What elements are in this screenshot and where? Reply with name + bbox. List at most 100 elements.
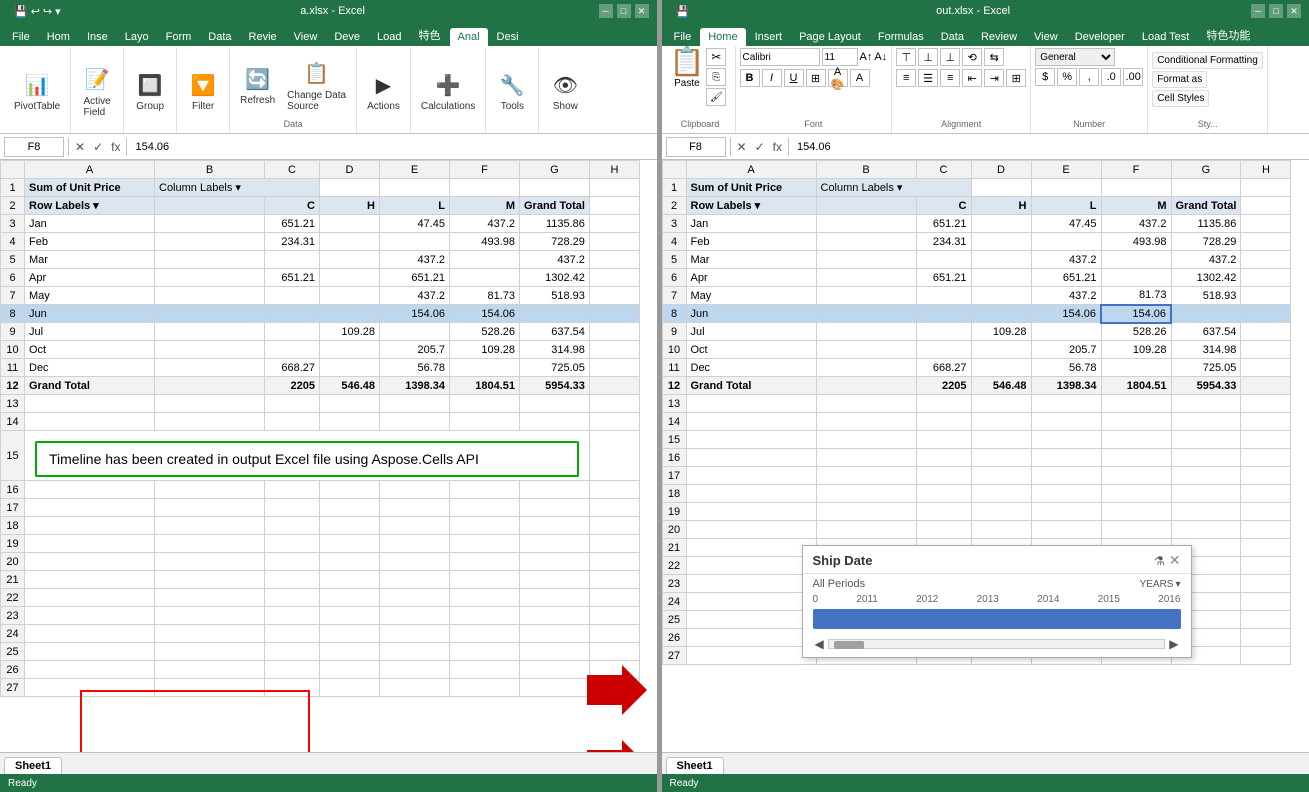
font-size-up-icon[interactable]: A↑ (860, 51, 873, 63)
wrap-btn[interactable]: ⇆ (984, 48, 1004, 66)
right-cell-c3[interactable]: 651.21 (916, 215, 971, 233)
cell-d9-left[interactable]: 109.28 (320, 323, 380, 341)
cell-a1-left[interactable]: Sum of Unit Price (25, 179, 155, 197)
right-cell-c4[interactable]: 234.31 (916, 233, 971, 251)
right-cell-g11[interactable]: 725.05 (1171, 359, 1241, 377)
right-cell-g4[interactable]: 728.29 (1171, 233, 1241, 251)
right-cell-e5[interactable]: 437.2 (1031, 251, 1101, 269)
quick-access-more[interactable]: ▾ (55, 5, 61, 18)
cut-btn[interactable]: ✂ (706, 48, 726, 66)
cell-c4-left[interactable]: 234.31 (265, 233, 320, 251)
tab-dev-left[interactable]: Deve (326, 28, 368, 46)
timeline-bar-container[interactable] (803, 609, 1191, 633)
right-save-icon[interactable]: 💾 (676, 5, 690, 18)
percent-btn[interactable]: % (1057, 68, 1077, 86)
right-cell-a8[interactable]: Jun (686, 305, 816, 323)
font-color-btn[interactable]: A (850, 69, 870, 87)
right-cell-f10[interactable]: 109.28 (1101, 341, 1171, 359)
right-cell-d9[interactable]: 109.28 (971, 323, 1031, 341)
tab-anal-left[interactable]: Anal (450, 28, 488, 46)
conditional-formatting-btn[interactable]: Conditional Formatting (1152, 52, 1263, 69)
timeline-years-selector[interactable]: YEARS ▾ (1140, 579, 1181, 590)
cell-e10-left[interactable]: 205.7 (380, 341, 450, 359)
right-cell-g10[interactable]: 314.98 (1171, 341, 1241, 359)
tab-formulas-right[interactable]: Formulas (870, 28, 932, 46)
right-cell-f3[interactable]: 437.2 (1101, 215, 1171, 233)
show-btn[interactable]: 👁 Show (545, 67, 585, 114)
close-button[interactable]: ✕ (635, 4, 649, 18)
tab-formulas-left[interactable]: Form (158, 28, 200, 46)
filter-btn[interactable]: 🔽 Filter (183, 67, 223, 114)
fill-btn[interactable]: A🎨 (828, 69, 848, 87)
tab-view-right[interactable]: View (1026, 28, 1066, 46)
right-cell-a9[interactable]: Jul (686, 323, 816, 341)
left-sheet-tab-1[interactable]: Sheet1 (4, 757, 62, 774)
timeline-next-btn[interactable]: ▶ (1167, 637, 1180, 651)
cell-a8-left[interactable]: Jun (25, 305, 155, 323)
tab-review-left[interactable]: Revie (241, 28, 285, 46)
merge-btn[interactable]: ⊞ (1006, 69, 1026, 87)
right-minimize-button[interactable]: ─ (1251, 4, 1265, 18)
cell-g5-left[interactable]: 437.2 (520, 251, 590, 269)
group-btn[interactable]: 🔲 Group (130, 67, 170, 114)
cell-b1-left[interactable]: Column Labels ▾ (155, 179, 320, 197)
format-as-table-btn[interactable]: Format as (1152, 71, 1207, 88)
tab-file-left[interactable]: File (4, 28, 38, 46)
cell-g9-left[interactable]: 637.54 (520, 323, 590, 341)
right-cell-f4[interactable]: 493.98 (1101, 233, 1171, 251)
right-cell-e7[interactable]: 437.2 (1031, 287, 1101, 305)
right-cancel-formula-icon[interactable]: ✕ (735, 140, 749, 154)
font-size-down-icon[interactable]: A↓ (874, 51, 887, 63)
bold-btn[interactable]: B (740, 69, 760, 87)
tab-layout-left[interactable]: Layo (117, 28, 157, 46)
confirm-formula-icon[interactable]: ✓ (91, 140, 105, 154)
right-confirm-formula-icon[interactable]: ✓ (753, 140, 767, 154)
right-close-button[interactable]: ✕ (1287, 4, 1301, 18)
right-cell-g7[interactable]: 518.93 (1171, 287, 1241, 305)
timeline-scrollbar[interactable] (828, 639, 1166, 649)
cell-a7-left[interactable]: May (25, 287, 155, 305)
right-cell-e6[interactable]: 651.21 (1031, 269, 1101, 287)
cell-f8-left[interactable]: 154.06 (450, 305, 520, 323)
right-cell-g5[interactable]: 437.2 (1171, 251, 1241, 269)
decrease-indent-btn[interactable]: ⇤ (962, 69, 982, 87)
cell-a2-left[interactable]: Row Labels ▾ (25, 197, 155, 215)
cell-f9-left[interactable]: 528.26 (450, 323, 520, 341)
cell-f3-left[interactable]: 437.2 (450, 215, 520, 233)
cell-a11-left[interactable]: Dec (25, 359, 155, 377)
tab-review-right[interactable]: Review (973, 28, 1025, 46)
cell-g11-left[interactable]: 725.05 (520, 359, 590, 377)
cell-a3-left[interactable]: Jan (25, 215, 155, 233)
right-insert-function-icon[interactable]: fx (771, 140, 784, 154)
right-cell-a7[interactable]: May (686, 287, 816, 305)
right-cell-a1[interactable]: Sum of Unit Price (686, 179, 816, 197)
tab-home-right[interactable]: Home (700, 28, 745, 46)
right-cell-e11[interactable]: 56.78 (1031, 359, 1101, 377)
cell-a4-left[interactable]: Feb (25, 233, 155, 251)
right-cell-f9[interactable]: 528.26 (1101, 323, 1171, 341)
right-sheet-tab-1[interactable]: Sheet1 (666, 757, 724, 774)
cell-a9-left[interactable]: Jul (25, 323, 155, 341)
restore-button[interactable]: □ (617, 4, 631, 18)
cell-g6-left[interactable]: 1302.42 (520, 269, 590, 287)
right-cell-c11[interactable]: 668.27 (916, 359, 971, 377)
cell-e3-left[interactable]: 47.45 (380, 215, 450, 233)
right-cell-g6[interactable]: 1302.42 (1171, 269, 1241, 287)
tab-home-left[interactable]: Hom (39, 28, 78, 46)
copy-btn[interactable]: ⎘ (706, 68, 726, 86)
cell-e7-left[interactable]: 437.2 (380, 287, 450, 305)
insert-function-icon[interactable]: fx (109, 140, 122, 154)
right-cell-a5[interactable]: Mar (686, 251, 816, 269)
save-icon[interactable]: 💾 (14, 5, 28, 18)
tab-desi-left[interactable]: Desi (489, 28, 527, 46)
cell-f7-left[interactable]: 81.73 (450, 287, 520, 305)
timeline-filter-icon[interactable]: ⚗ (1154, 554, 1165, 568)
cell-g10-left[interactable]: 314.98 (520, 341, 590, 359)
right-formula-input[interactable]: 154.06 (793, 137, 1305, 157)
right-cell-b1[interactable]: Column Labels ▾ (816, 179, 971, 197)
underline-btn[interactable]: U (784, 69, 804, 87)
right-cell-f8[interactable]: 154.06 (1101, 305, 1171, 323)
actions-btn[interactable]: ▶ Actions (363, 67, 404, 114)
cell-e8-left[interactable]: 154.06 (380, 305, 450, 323)
right-cell-ref[interactable]: F8 (666, 137, 726, 157)
